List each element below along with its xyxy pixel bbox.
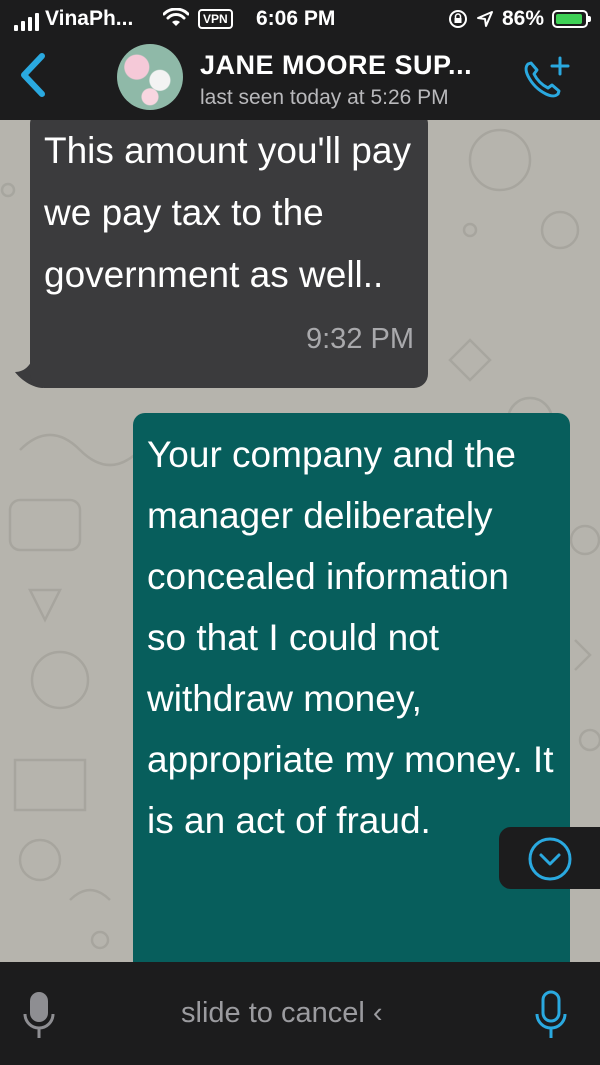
- status-right-group: 86%: [448, 7, 591, 31]
- lock-rotation-icon: [448, 10, 467, 28]
- location-arrow-icon: [476, 11, 493, 27]
- cancel-chevron-icon: ‹: [372, 997, 383, 1029]
- outgoing-message-text: Your company and the manager deliberatel…: [147, 434, 554, 841]
- carrier-group: VinaPh...: [14, 7, 133, 31]
- contact-name[interactable]: JANE MOORE SUP...: [200, 50, 472, 81]
- status-bar: VinaPh... VPN 6:06 PM 86%: [0, 0, 600, 38]
- signal-bars-icon: [14, 13, 39, 31]
- chat-area[interactable]: This amount you'll pay we pay tax to the…: [0, 120, 600, 962]
- back-chevron-icon[interactable]: [18, 52, 48, 98]
- input-bar: slide to cancel ‹: [0, 962, 600, 1065]
- wifi-icon: [163, 8, 189, 26]
- battery-charging-icon: [552, 10, 591, 28]
- mic-icon[interactable]: [534, 990, 568, 1040]
- avatar[interactable]: [117, 44, 183, 110]
- call-add-icon[interactable]: [520, 56, 570, 102]
- scroll-down-button[interactable]: [499, 827, 600, 889]
- battery-percent: 86%: [501, 7, 544, 30]
- mic-icon: [23, 992, 55, 1038]
- incoming-message-bubble[interactable]: This amount you'll pay we pay tax to the…: [30, 120, 428, 388]
- last-seen-status: last seen today at 5:26 PM: [200, 86, 449, 109]
- carrier-name: VinaPh...: [45, 7, 134, 30]
- status-time: 6:06 PM: [256, 7, 336, 30]
- incoming-message-time: 9:32 PM: [306, 323, 414, 355]
- incoming-message-text: This amount you'll pay we pay tax to the…: [44, 130, 411, 295]
- slide-to-cancel-label: slide to cancel: [181, 997, 365, 1029]
- scroll-down-icon: [528, 837, 572, 881]
- slide-to-cancel-hint[interactable]: slide to cancel ‹: [181, 997, 383, 1030]
- vpn-badge: VPN: [198, 9, 233, 29]
- chat-header: JANE MOORE SUP... last seen today at 5:2…: [0, 38, 600, 120]
